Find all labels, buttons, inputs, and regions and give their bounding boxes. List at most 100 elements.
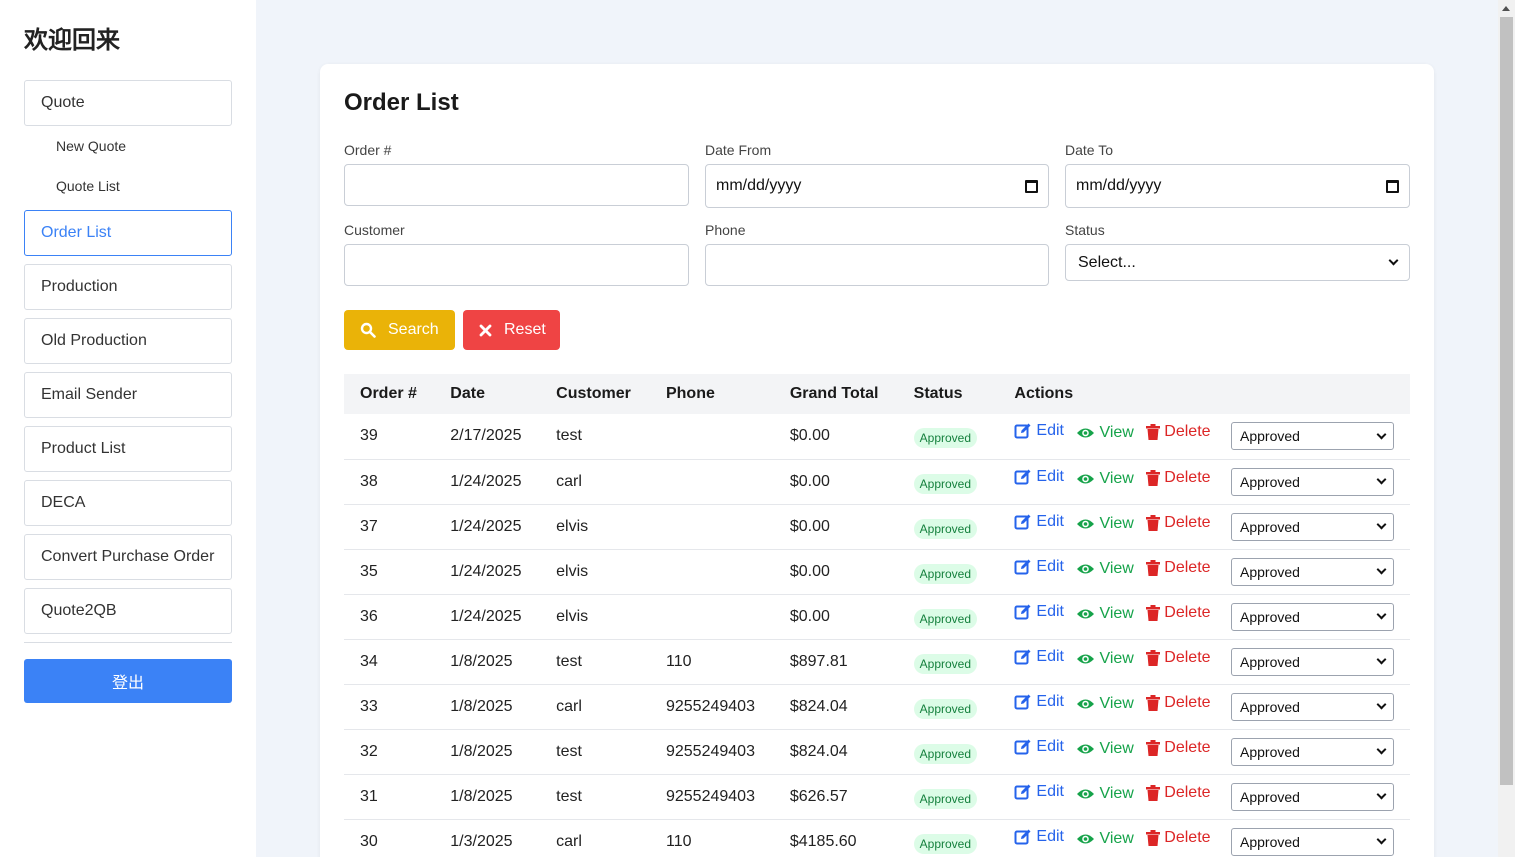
edit-icon	[1014, 649, 1031, 665]
edit-action[interactable]: Edit	[1014, 738, 1064, 756]
edit-action[interactable]: Edit	[1014, 422, 1064, 440]
table-row: 38 1/24/2025 carl $0.00 Approved Edit Vi…	[344, 459, 1410, 504]
sidebar-item-quote[interactable]: Quote	[24, 80, 232, 126]
sidebar-item-email-sender[interactable]: Email Sender	[24, 372, 232, 418]
delete-action[interactable]: Delete	[1146, 559, 1211, 577]
status-cell: Approved	[898, 729, 999, 774]
edit-action[interactable]: Edit	[1014, 693, 1064, 711]
date-to-filter: Date To mm/dd/yyyy	[1065, 142, 1410, 208]
column-header-grand-total[interactable]: Grand Total	[774, 374, 898, 414]
sidebar-subitem-new-quote[interactable]: New Quote	[24, 130, 232, 162]
view-action[interactable]: View	[1076, 560, 1134, 578]
edit-action[interactable]: Edit	[1014, 603, 1064, 621]
row-status-select-value: Approved	[1240, 698, 1300, 715]
delete-action[interactable]: Delete	[1146, 694, 1211, 712]
row-status-select[interactable]: Approved	[1231, 422, 1394, 451]
column-header-phone[interactable]: Phone	[650, 374, 774, 414]
delete-action[interactable]: Delete	[1146, 423, 1211, 441]
delete-action[interactable]: Delete	[1146, 784, 1211, 802]
sidebar-subitem-quote-list[interactable]: Quote List	[24, 170, 232, 202]
row-status-select[interactable]: Approved	[1231, 827, 1394, 856]
logout-button[interactable]: 登出	[24, 659, 232, 703]
order-number-input[interactable]	[344, 164, 689, 206]
delete-action[interactable]: Delete	[1146, 469, 1211, 487]
edit-action[interactable]: Edit	[1014, 558, 1064, 576]
phone-input[interactable]	[705, 244, 1049, 286]
row-status-select-value: Approved	[1240, 473, 1300, 490]
trash-icon	[1146, 424, 1161, 441]
date-to-input[interactable]: mm/dd/yyyy	[1065, 164, 1410, 208]
column-header-order[interactable]: Order #	[344, 374, 434, 414]
scrollbar-thumb[interactable]	[1500, 17, 1513, 785]
chevron-down-icon	[1376, 519, 1387, 530]
row-status-select[interactable]: Approved	[1231, 782, 1394, 811]
delete-action[interactable]: Delete	[1146, 514, 1211, 532]
view-action[interactable]: View	[1076, 785, 1134, 803]
sidebar-item-production[interactable]: Production	[24, 264, 232, 310]
row-status-select[interactable]: Approved	[1231, 647, 1394, 676]
status-badge: Approved	[913, 428, 978, 449]
column-header-date[interactable]: Date	[434, 374, 540, 414]
row-status-select[interactable]: Approved	[1231, 692, 1394, 721]
scroll-up-arrow-icon[interactable]	[1502, 6, 1510, 11]
row-status-select[interactable]: Approved	[1231, 512, 1394, 541]
edit-action[interactable]: Edit	[1014, 468, 1064, 486]
edit-action[interactable]: Edit	[1014, 648, 1064, 666]
edit-action[interactable]: Edit	[1014, 828, 1064, 846]
edit-icon	[1014, 559, 1031, 575]
date-cell: 1/8/2025	[450, 697, 513, 715]
edit-action[interactable]: Edit	[1014, 513, 1064, 531]
chevron-down-icon	[1376, 744, 1387, 755]
date-from-input[interactable]: mm/dd/yyyy	[705, 164, 1049, 208]
sidebar-item-order-list[interactable]: Order List	[24, 210, 232, 256]
row-status-select[interactable]: Approved	[1231, 737, 1394, 766]
view-action[interactable]: View	[1076, 605, 1134, 623]
row-status-select[interactable]: Approved	[1231, 602, 1394, 631]
table-row: 37 1/24/2025 elvis $0.00 Approved Edit V…	[344, 504, 1410, 549]
row-status-select[interactable]: Approved	[1231, 557, 1394, 586]
sidebar-item-quote2qb[interactable]: Quote2QB	[24, 588, 232, 634]
edit-icon	[1014, 604, 1031, 620]
view-action[interactable]: View	[1076, 740, 1134, 758]
sidebar-item-convert-purchase-order[interactable]: Convert Purchase Order	[24, 534, 232, 580]
edit-action[interactable]: Edit	[1014, 783, 1064, 801]
sidebar-item-old-production[interactable]: Old Production	[24, 318, 232, 364]
table-header-row: Order # Date Customer Phone Grand Total …	[344, 374, 1410, 414]
view-label: View	[1099, 829, 1134, 847]
grand-total-cell: $0.00	[789, 517, 830, 535]
page-scrollbar[interactable]	[1498, 0, 1515, 857]
eye-icon	[1077, 428, 1095, 438]
chevron-down-icon	[1388, 255, 1399, 266]
trash-icon	[1146, 604, 1161, 621]
delete-action[interactable]: Delete	[1146, 649, 1211, 667]
order-number-cell: 32	[360, 742, 378, 760]
calendar-icon[interactable]	[1386, 179, 1399, 193]
column-header-customer[interactable]: Customer	[540, 374, 650, 414]
view-action[interactable]: View	[1076, 470, 1134, 488]
calendar-icon[interactable]	[1025, 179, 1038, 193]
delete-action[interactable]: Delete	[1146, 739, 1211, 757]
delete-action[interactable]: Delete	[1146, 604, 1211, 622]
edit-label: Edit	[1036, 602, 1064, 620]
view-action[interactable]: View	[1076, 695, 1134, 713]
reset-button[interactable]: Reset	[463, 310, 560, 350]
view-action[interactable]: View	[1076, 650, 1134, 668]
sidebar-item-deca[interactable]: DECA	[24, 480, 232, 526]
order-list-card: Order List Order # Date From mm/dd/yyyy …	[320, 64, 1434, 857]
customer-cell: elvis	[556, 562, 589, 580]
customer-input[interactable]	[344, 244, 689, 286]
search-button[interactable]: Search	[344, 310, 455, 350]
view-action[interactable]: View	[1076, 829, 1134, 848]
status-select[interactable]: Select...	[1065, 244, 1410, 281]
status-badge: Approved	[913, 788, 978, 809]
view-action[interactable]: View	[1076, 424, 1134, 442]
status-badge: Approved	[913, 833, 978, 854]
view-action[interactable]: View	[1076, 515, 1134, 533]
delete-action[interactable]: Delete	[1146, 829, 1211, 847]
status-badge: Approved	[913, 563, 978, 584]
row-status-select[interactable]: Approved	[1231, 467, 1394, 496]
sidebar-item-product-list[interactable]: Product List	[24, 426, 232, 472]
date-from-filter: Date From mm/dd/yyyy	[705, 142, 1049, 208]
close-icon	[479, 324, 492, 337]
column-header-status[interactable]: Status	[898, 374, 999, 414]
